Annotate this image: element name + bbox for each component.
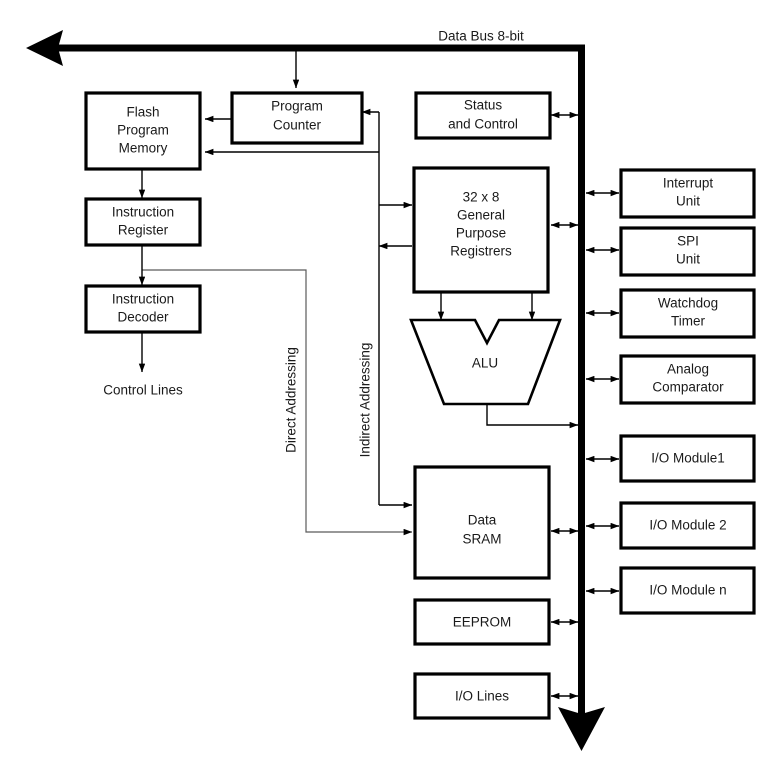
block-io-module-1[interactable]: I/O Module1 — [619, 434, 756, 483]
bus-left-arrowhead — [26, 30, 63, 66]
io-module-n-label: I/O Module n — [649, 583, 726, 598]
block-io-lines[interactable]: I/O Lines — [413, 672, 551, 720]
block-general-purpose-registers[interactable]: 32 x 8 General Purpose Registrers — [412, 166, 550, 294]
block-analog-comparator[interactable]: Analog Comparator — [619, 354, 756, 405]
block-status-and-control[interactable]: Status and Control — [414, 91, 552, 140]
data-sram-label-1: Data — [468, 513, 497, 528]
instruction-decoder-label-2: Decoder — [117, 310, 169, 325]
general-purpose-registers-label-1: 32 x 8 — [463, 190, 500, 205]
block-spi-unit[interactable]: SPI Unit — [619, 226, 756, 277]
interrupt-unit-label-2: Unit — [676, 194, 700, 209]
program-counter-label-2: Counter — [273, 118, 322, 133]
watchdog-timer-label-2: Timer — [671, 314, 705, 329]
block-data-sram[interactable]: Data SRAM — [413, 465, 551, 580]
block-instruction-register[interactable]: Instruction Register — [84, 197, 202, 247]
analog-comparator-label-1: Analog — [667, 362, 709, 377]
flash-program-memory-label-3: Memory — [119, 141, 168, 156]
analog-comparator-label-2: Comparator — [652, 380, 724, 395]
io-lines-label: I/O Lines — [455, 689, 509, 704]
block-eeprom[interactable]: EEPROM — [413, 598, 551, 646]
block-flash-program-memory[interactable]: Flash Program Memory — [84, 91, 202, 171]
avr-architecture-diagram: Data Bus 8-bit Flash Program Memory Prog… — [0, 0, 779, 769]
status-and-control-label-1: Status — [464, 98, 503, 113]
block-interrupt-unit[interactable]: Interrupt Unit — [619, 168, 756, 219]
alu-label: ALU — [472, 356, 498, 371]
direct-addressing-label: Direct Addressing — [284, 347, 299, 453]
block-instruction-decoder[interactable]: Instruction Decoder — [84, 284, 202, 334]
instruction-decoder-label-1: Instruction — [112, 292, 174, 307]
instruction-register-label-1: Instruction — [112, 205, 174, 220]
status-and-control-label-2: and Control — [448, 117, 518, 132]
general-purpose-registers-label-2: General — [457, 208, 505, 223]
block-program-counter[interactable]: Program Counter — [230, 91, 364, 145]
diagram-canvas: Data Bus 8-bit Flash Program Memory Prog… — [26, 29, 756, 751]
watchdog-timer-label-1: Watchdog — [658, 296, 718, 311]
spi-unit-label-2: Unit — [676, 252, 700, 267]
block-alu[interactable]: ALU — [409, 318, 562, 406]
block-io-module-n[interactable]: I/O Module n — [619, 566, 756, 615]
general-purpose-registers-label-3: Purpose — [456, 226, 506, 241]
flash-program-memory-label-1: Flash — [126, 105, 159, 120]
data-bus-label: Data Bus 8-bit — [438, 29, 524, 44]
alu-output-to-bus — [486, 404, 579, 429]
data-sram-label-2: SRAM — [462, 532, 501, 547]
spi-unit-label-1: SPI — [677, 234, 699, 249]
instruction-register-label-2: Register — [118, 223, 169, 238]
general-purpose-registers-label-4: Registrers — [450, 244, 512, 259]
flash-program-memory-label-2: Program — [117, 123, 169, 138]
interrupt-unit-label-1: Interrupt — [663, 176, 714, 191]
block-watchdog-timer[interactable]: Watchdog Timer — [619, 288, 756, 339]
indirect-addressing-label: Indirect Addressing — [358, 343, 373, 458]
bus-stub-group-left — [550, 111, 579, 700]
bus-stub-group-right — [585, 189, 620, 595]
block-io-module-2[interactable]: I/O Module 2 — [619, 501, 756, 550]
io-module-1-label: I/O Module1 — [651, 451, 725, 466]
eeprom-label: EEPROM — [453, 615, 512, 630]
control-lines-label: Control Lines — [103, 383, 183, 398]
io-module-2-label: I/O Module 2 — [649, 518, 726, 533]
program-counter-label-1: Program — [271, 99, 323, 114]
